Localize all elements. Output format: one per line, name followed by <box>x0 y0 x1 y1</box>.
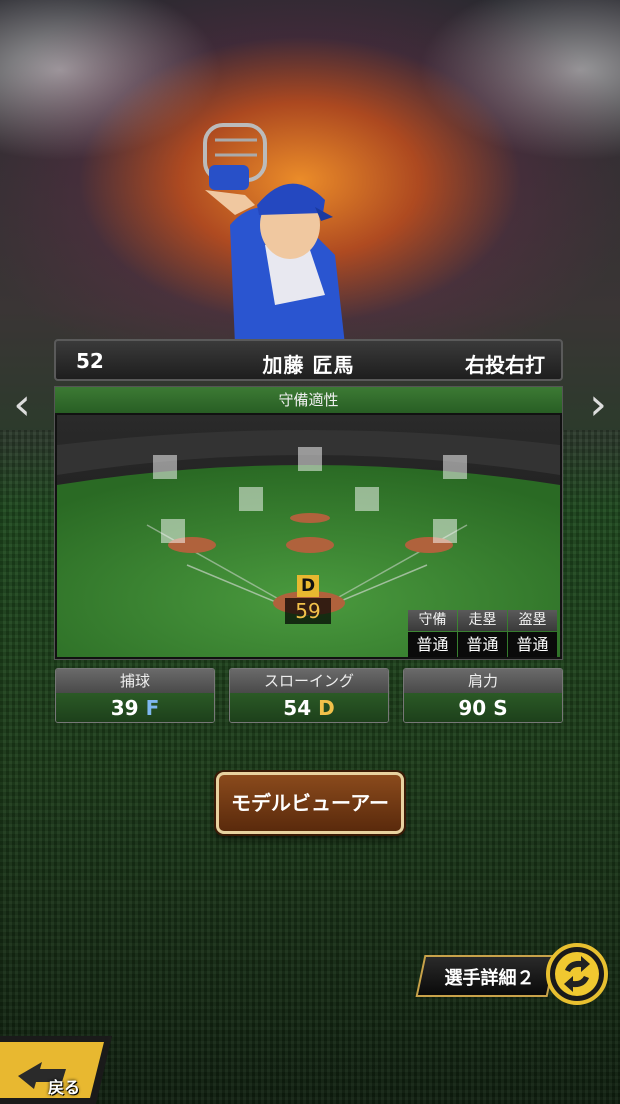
swap-arrows-icon[interactable] <box>545 942 609 1006</box>
catcher-position-marker: D 59 <box>285 575 331 627</box>
ability-label: 肩力 <box>404 669 562 693</box>
catcher-grade: D <box>297 575 319 597</box>
stat-header-defense: 守備 <box>408 610 457 631</box>
ability-value-row: 39 F <box>56 693 214 722</box>
base-stats-table: 守備 走塁 盗塁 普通 普通 普通 <box>408 610 559 658</box>
stat-value-baserun: 普通 <box>458 632 507 657</box>
throw-bat-hand: 右投右打 <box>465 353 545 377</box>
chevron-right-icon[interactable]: › <box>578 380 618 430</box>
ability-value: 54 <box>283 696 312 720</box>
player-name-bar: 52 加藤 匠馬 右投右打 <box>54 339 563 381</box>
ability-grade: F <box>145 696 160 720</box>
chevron-left-icon[interactable]: ‹ <box>2 380 42 430</box>
ability-value: 90 <box>458 696 487 720</box>
ability-value-row: 90 S <box>404 693 562 722</box>
stat-value-defense: 普通 <box>408 632 457 657</box>
ability-card-throwing: スローイング 54 D <box>229 668 389 723</box>
ability-grade: D <box>318 696 335 720</box>
ability-grade: S <box>493 696 508 720</box>
stat-header-steal: 盗塁 <box>508 610 557 631</box>
stat-value-steal: 普通 <box>508 632 557 657</box>
defense-aptitude-title: 守備適性 <box>55 387 562 413</box>
ability-card-catching: 捕球 39 F <box>55 668 215 723</box>
stat-header-baserun: 走塁 <box>458 610 507 631</box>
ability-value-row: 54 D <box>230 693 388 722</box>
model-viewer-button[interactable]: モデルビューアー <box>216 772 404 834</box>
ability-card-arm-strength: 肩力 90 S <box>403 668 563 723</box>
ability-label: スローイング <box>230 669 388 693</box>
player-detail-2-label[interactable]: 選手詳細２ <box>432 964 547 990</box>
catcher-value: 59 <box>285 598 331 624</box>
ability-label: 捕球 <box>56 669 214 693</box>
ability-value: 39 <box>110 696 139 720</box>
back-button-label[interactable]: 戻る <box>48 1074 80 1098</box>
player-image <box>203 123 345 345</box>
catcher-mask-icon <box>203 123 267 190</box>
